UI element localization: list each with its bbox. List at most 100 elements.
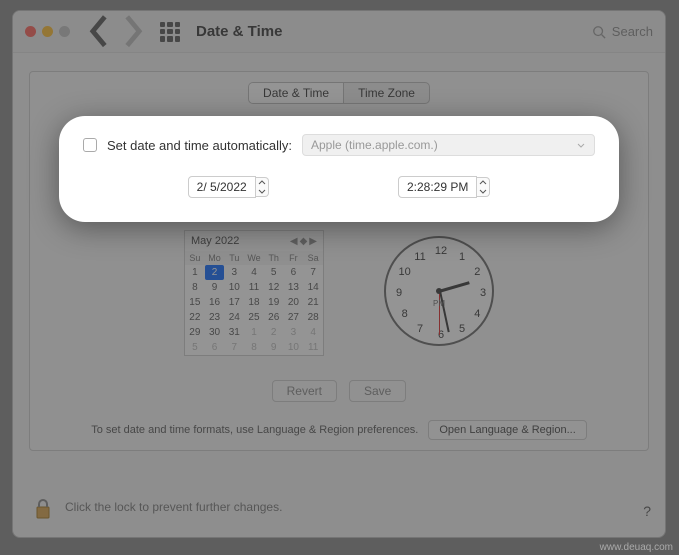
calendar-grid[interactable]: SuMoTuWeThFrSa12345678910111213141516171… — [185, 251, 323, 355]
auto-time-checkbox[interactable] — [83, 138, 97, 152]
clock-number: 12 — [435, 245, 447, 257]
revert-button: Revert — [272, 380, 337, 402]
content-panel: Date & Time Time Zone Set date and time … — [29, 71, 649, 451]
calendar-day[interactable]: 3 — [284, 325, 304, 340]
calendar-dow: Th — [264, 251, 284, 265]
time-stepper[interactable]: 2:28:29 PM — [398, 176, 490, 198]
clock-number: 2 — [474, 266, 480, 278]
clock-number: 7 — [417, 323, 423, 335]
chevron-down-icon — [576, 140, 586, 150]
calendar-day[interactable]: 17 — [224, 295, 244, 310]
calendar-day[interactable]: 23 — [205, 310, 225, 325]
highlighted-region: Set date and time automatically: Apple (… — [59, 116, 619, 222]
lock-text: Click the lock to prevent further change… — [65, 500, 282, 514]
clock-ampm: PM — [433, 299, 445, 308]
calendar-dow: Su — [185, 251, 205, 265]
calendar-day[interactable]: 11 — [244, 280, 264, 295]
cal-prev-icon[interactable]: ◀ — [290, 236, 298, 247]
calendar-day[interactable]: 31 — [224, 325, 244, 340]
search-field[interactable]: Search — [592, 24, 653, 39]
calendar-day[interactable]: 24 — [224, 310, 244, 325]
calendar-day[interactable]: 5 — [264, 265, 284, 280]
tab-bar: Date & Time Time Zone — [44, 82, 634, 104]
search-placeholder: Search — [612, 24, 653, 39]
calendar-day[interactable]: 20 — [284, 295, 304, 310]
formats-hint: To set date and time formats, use Langua… — [91, 424, 418, 436]
time-stepper-buttons[interactable] — [477, 177, 490, 197]
show-all-icon[interactable] — [160, 22, 180, 42]
back-button[interactable] — [88, 20, 112, 44]
tab-time-zone[interactable]: Time Zone — [344, 83, 429, 103]
calendar-day[interactable]: 19 — [264, 295, 284, 310]
auto-time-label: Set date and time automatically: — [107, 138, 292, 153]
calendar-day[interactable]: 21 — [303, 295, 323, 310]
calendar-day[interactable]: 11 — [303, 340, 323, 355]
second-hand — [439, 291, 440, 335]
calendar-day[interactable]: 8 — [244, 340, 264, 355]
calendar-day[interactable]: 13 — [284, 280, 304, 295]
calendar-day[interactable]: 29 — [185, 325, 205, 340]
cal-today-icon[interactable]: ◆ — [300, 236, 308, 247]
date-field[interactable]: 2/ 5/2022 — [188, 176, 256, 198]
stepper-up-icon[interactable] — [477, 178, 489, 187]
calendar-day[interactable]: 18 — [244, 295, 264, 310]
calendar-day[interactable]: 4 — [244, 265, 264, 280]
clock-number: 8 — [402, 308, 408, 320]
analog-clock[interactable]: 121234567891011 PM — [384, 236, 494, 346]
calendar-day[interactable]: 27 — [284, 310, 304, 325]
titlebar: Date & Time Search — [13, 11, 665, 53]
date-stepper[interactable]: 2/ 5/2022 — [188, 176, 269, 198]
calendar-dow: Sa — [303, 251, 323, 265]
calendar-day[interactable]: 30 — [205, 325, 225, 340]
calendar-day[interactable]: 28 — [303, 310, 323, 325]
lock-icon[interactable] — [31, 493, 55, 521]
calendar-day[interactable]: 8 — [185, 280, 205, 295]
calendar-day[interactable]: 10 — [224, 280, 244, 295]
cal-next-icon[interactable]: ▶ — [309, 236, 317, 247]
calendar-day[interactable]: 6 — [284, 265, 304, 280]
calendar-day[interactable]: 6 — [205, 340, 225, 355]
zoom-icon — [59, 26, 70, 37]
calendar-day[interactable]: 12 — [264, 280, 284, 295]
date-stepper-buttons[interactable] — [256, 177, 269, 197]
calendar-day[interactable]: 5 — [185, 340, 205, 355]
time-field[interactable]: 2:28:29 PM — [398, 176, 477, 198]
calendar-day[interactable]: 9 — [264, 340, 284, 355]
calendar-day[interactable]: 22 — [185, 310, 205, 325]
calendar-day[interactable]: 4 — [303, 325, 323, 340]
minute-hand — [439, 291, 450, 332]
calendar-day[interactable]: 26 — [264, 310, 284, 325]
calendar-day[interactable]: 14 — [303, 280, 323, 295]
calendar-day[interactable]: 9 — [205, 280, 225, 295]
calendar-day[interactable]: 16 — [205, 295, 225, 310]
calendar-day[interactable]: 2 — [264, 325, 284, 340]
open-language-region-button[interactable]: Open Language & Region... — [428, 420, 586, 440]
stepper-down-icon[interactable] — [256, 187, 268, 196]
calendar-day[interactable]: 7 — [224, 340, 244, 355]
calendar-day[interactable]: 1 — [185, 265, 205, 280]
stepper-up-icon[interactable] — [256, 178, 268, 187]
clock-number: 9 — [396, 287, 402, 299]
calendar-day[interactable]: 15 — [185, 295, 205, 310]
time-server-value: Apple (time.apple.com.) — [311, 138, 438, 152]
search-icon — [592, 25, 606, 39]
tab-date-time[interactable]: Date & Time — [249, 83, 344, 103]
clock-number: 10 — [399, 266, 411, 278]
stepper-down-icon[interactable] — [477, 187, 489, 196]
minimize-icon[interactable] — [42, 26, 53, 37]
calendar-day[interactable]: 2 — [205, 265, 225, 280]
window-controls — [25, 26, 70, 37]
time-server-dropdown: Apple (time.apple.com.) — [302, 134, 595, 156]
calendar-day[interactable]: 25 — [244, 310, 264, 325]
calendar-day[interactable]: 1 — [244, 325, 264, 340]
calendar-widget[interactable]: May 2022 ◀ ◆ ▶ SuMoTuWeThFrSa12345678910… — [184, 230, 324, 356]
help-button[interactable]: ? — [643, 503, 651, 519]
calendar-day[interactable]: 10 — [284, 340, 304, 355]
clock-number: 4 — [474, 308, 480, 320]
calendar-dow: Tu — [224, 251, 244, 265]
calendar-dow: Mo — [205, 251, 225, 265]
calendar-day[interactable]: 7 — [303, 265, 323, 280]
calendar-day[interactable]: 3 — [224, 265, 244, 280]
hour-hand — [440, 281, 470, 292]
close-icon[interactable] — [25, 26, 36, 37]
